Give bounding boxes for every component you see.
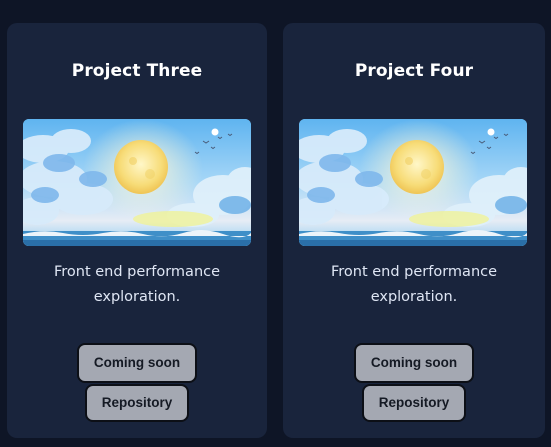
project-thumbnail <box>299 119 527 246</box>
description-line: exploration. <box>93 289 181 305</box>
project-title: Project Three <box>71 61 203 81</box>
project-description: Front end performance exploration. <box>31 260 243 310</box>
project-title: Project Four <box>354 61 474 81</box>
project-thumbnail <box>23 119 251 246</box>
sky-moon-icon <box>23 119 251 246</box>
coming-soon-button[interactable]: Coming soon <box>77 343 197 383</box>
sky-moon-icon <box>299 119 527 246</box>
description-line: Front end performance <box>53 264 221 280</box>
projects-section: Project Three Front end performance expl… <box>0 0 551 447</box>
repository-button[interactable]: Repository <box>362 384 466 422</box>
description-line: Front end performance <box>330 264 498 280</box>
description-line: exploration. <box>370 289 458 305</box>
repository-button[interactable]: Repository <box>85 384 189 422</box>
coming-soon-button[interactable]: Coming soon <box>354 343 474 383</box>
project-card: Project Three Front end performance expl… <box>7 23 267 438</box>
project-card: Project Four Front end performance explo… <box>283 23 545 438</box>
project-description: Front end performance exploration. <box>307 260 521 310</box>
